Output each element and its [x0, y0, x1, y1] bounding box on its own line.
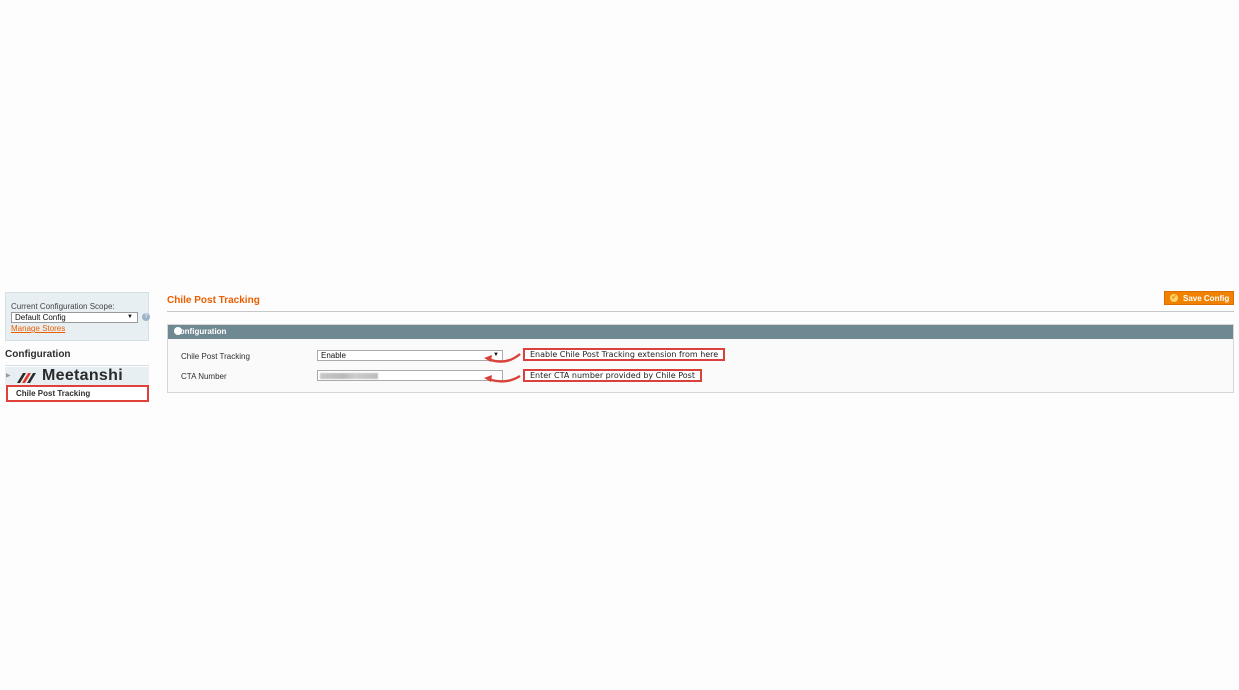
save-config-button[interactable]: ✔ Save Config: [1164, 291, 1234, 305]
select-value: Enable: [321, 351, 346, 360]
manage-stores-link[interactable]: Manage Stores: [11, 324, 65, 333]
scope-switcher: Current Configuration Scope: Default Con…: [5, 292, 150, 341]
sidebar-divider: [5, 365, 149, 366]
check-icon: ✔: [1170, 294, 1178, 302]
scope-select[interactable]: Default Config ▼: [11, 312, 138, 323]
annotation-callout-tracking: Enable Chile Post Tracking extension fro…: [523, 348, 726, 361]
field-label-chile-post-tracking: Chile Post Tracking: [181, 352, 250, 361]
collapse-icon[interactable]: ▲: [174, 327, 182, 335]
meetanshi-logo-icon: [17, 373, 36, 383]
cta-number-input[interactable]: [317, 370, 503, 381]
scope-label: Current Configuration Scope:: [11, 302, 115, 311]
field-label-cta-number: CTA Number: [181, 372, 227, 381]
chevron-down-icon: ▼: [127, 314, 133, 320]
brand-name: Meetanshi: [42, 367, 123, 384]
expand-arrow-icon: ▶: [6, 373, 11, 379]
title-divider: [167, 311, 1234, 312]
sidebar-group-meetanshi[interactable]: ▶ Meetanshi: [5, 367, 149, 385]
sidebar-heading: Configuration: [5, 349, 71, 360]
chile-post-tracking-select[interactable]: Enable ▼: [317, 350, 503, 361]
redacted-value: [320, 373, 378, 379]
scope-select-value: Default Config: [15, 313, 66, 322]
save-config-label: Save Config: [1183, 294, 1230, 303]
sidebar-item-label: Chile Post Tracking: [16, 389, 91, 398]
page-title: Chile Post Tracking: [167, 295, 260, 306]
sidebar-item-chile-post-tracking[interactable]: Chile Post Tracking: [6, 385, 149, 402]
annotation-callout-cta: Enter CTA number provided by Chile Post: [523, 369, 702, 382]
help-icon[interactable]: ?: [142, 313, 150, 321]
section-header[interactable]: Configuration ▲: [168, 325, 1233, 339]
